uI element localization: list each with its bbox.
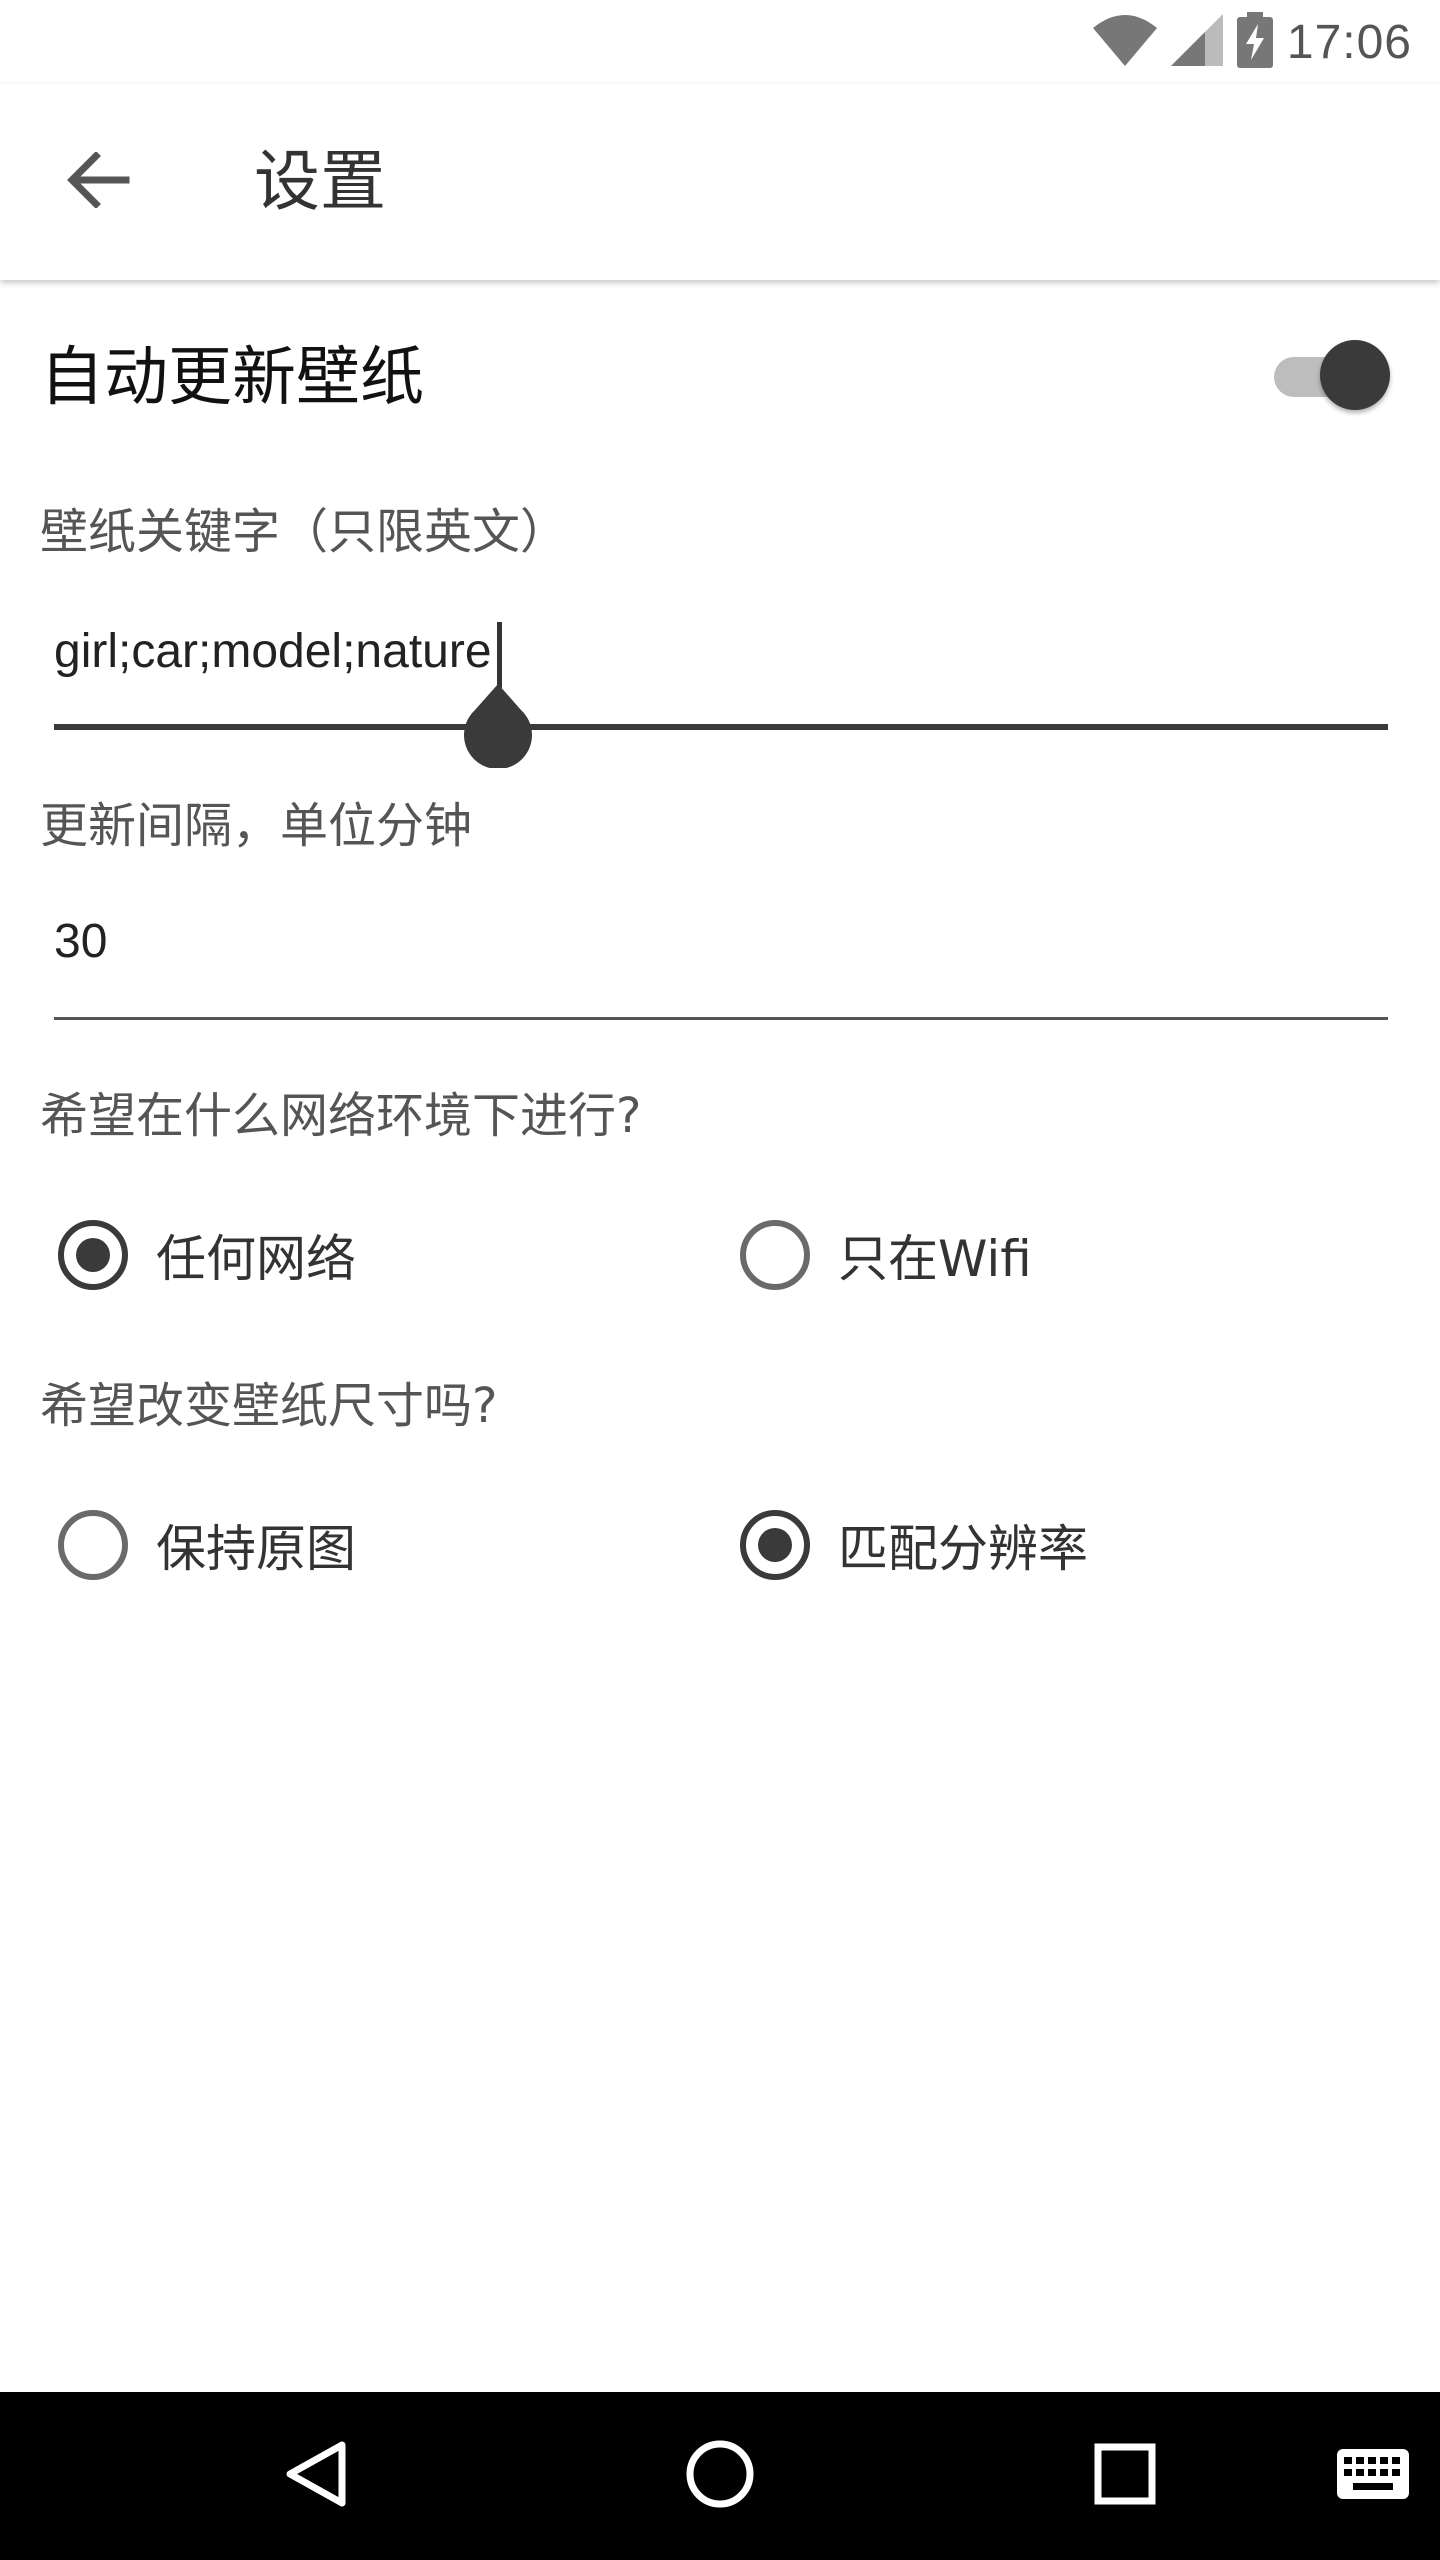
interval-underline <box>54 1017 1388 1020</box>
radio-match-resolution[interactable]: 匹配分辨率 <box>740 1495 1088 1595</box>
back-triangle-icon <box>284 2439 348 2513</box>
keywords-underline <box>54 724 1388 730</box>
recents-square-icon <box>1094 2443 1156 2509</box>
network-question: 希望在什么网络环境下进行? <box>40 1088 642 1144</box>
interval-value: 30 <box>54 915 108 968</box>
nav-back-button[interactable] <box>276 2436 356 2516</box>
radio-selected-dot <box>758 1528 792 1562</box>
radio-button <box>740 1510 810 1580</box>
nav-recents-button[interactable] <box>1085 2436 1165 2516</box>
radio-selected-dot <box>76 1238 110 1272</box>
radio-label: 匹配分辨率 <box>838 1520 1088 1578</box>
settings-screen: 17:06 设置 自动更新壁纸 壁纸关键字（只限英文） girl;car;mod… <box>0 0 1440 2560</box>
auto-update-switch[interactable] <box>1270 340 1390 410</box>
radio-button <box>740 1220 810 1290</box>
wifi-icon <box>1092 14 1157 70</box>
status-bar: 17:06 <box>0 0 1440 84</box>
app-bar: 设置 <box>0 84 1440 280</box>
keyboard-icon <box>1337 2449 1409 2503</box>
auto-update-label: 自动更新壁纸 <box>40 341 424 415</box>
switch-thumb <box>1320 340 1390 410</box>
size-question: 希望改变壁纸尺寸吗? <box>40 1378 498 1434</box>
keywords-label: 壁纸关键字（只限英文） <box>40 504 569 560</box>
radio-label: 只在Wifi <box>838 1230 1032 1288</box>
keywords-input[interactable]: girl;car;model;nature <box>54 610 1388 770</box>
battery-charging-icon <box>1236 12 1273 72</box>
arrow-back-icon <box>66 151 130 212</box>
home-circle-icon <box>685 2439 755 2513</box>
radio-any-network[interactable]: 任何网络 <box>58 1205 356 1305</box>
radio-label: 任何网络 <box>156 1230 356 1288</box>
radio-keep-original[interactable]: 保持原图 <box>58 1495 356 1595</box>
auto-update-row: 自动更新壁纸 <box>0 300 1440 430</box>
nav-home-button[interactable] <box>680 2436 760 2516</box>
radio-button <box>58 1220 128 1290</box>
keywords-value: girl;car;model;nature <box>54 625 492 678</box>
text-caret <box>497 622 502 688</box>
radio-label: 保持原图 <box>156 1520 356 1578</box>
nav-keyboard-button[interactable] <box>1328 2436 1418 2516</box>
status-icons: 17:06 <box>1092 12 1412 72</box>
page-title: 设置 <box>254 143 386 220</box>
interval-input[interactable]: 30 <box>54 900 1388 1020</box>
radio-wifi-only[interactable]: 只在Wifi <box>740 1205 1032 1305</box>
status-time: 17:06 <box>1286 15 1412 69</box>
back-button[interactable] <box>52 136 144 228</box>
cellular-signal-icon <box>1170 14 1223 70</box>
interval-label: 更新间隔，单位分钟 <box>40 798 473 854</box>
radio-button <box>58 1510 128 1580</box>
navigation-bar <box>0 2392 1440 2560</box>
